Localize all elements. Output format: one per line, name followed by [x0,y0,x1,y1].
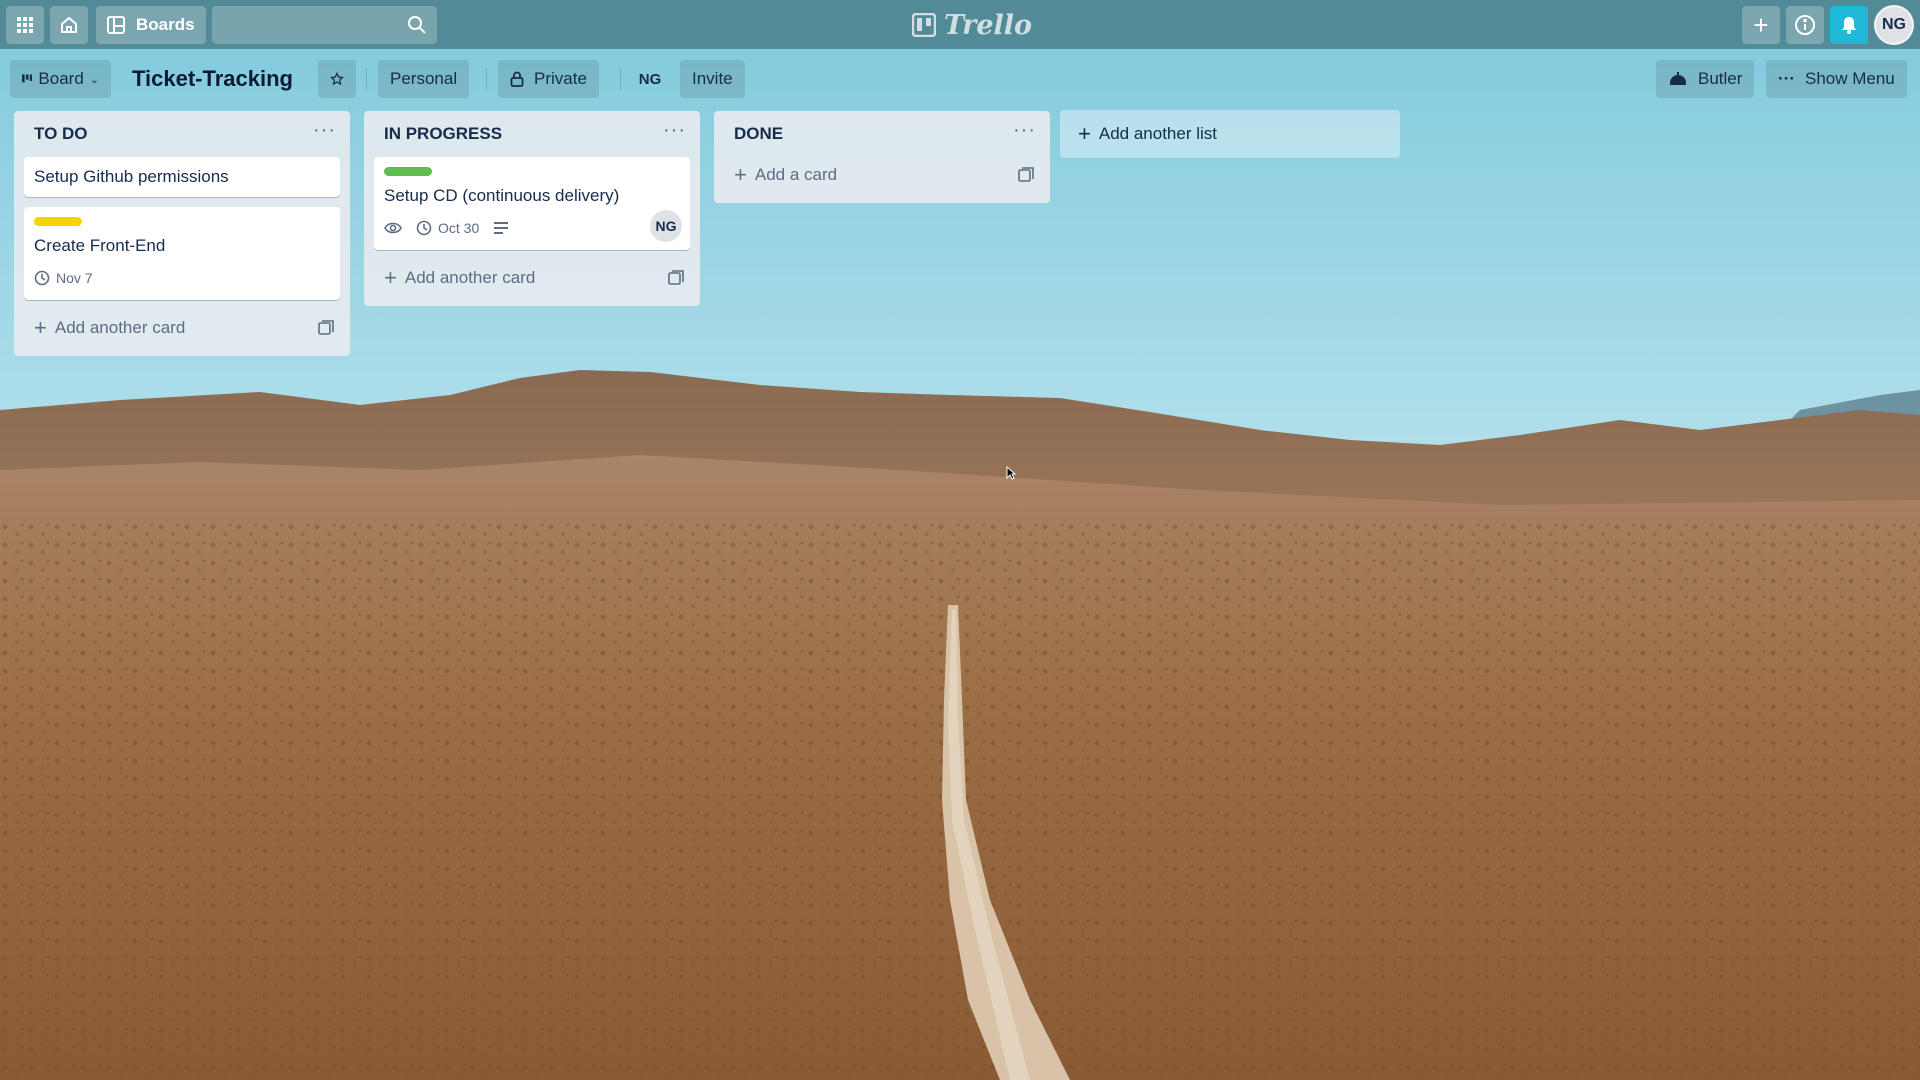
bell-icon [1842,17,1856,34]
board-title[interactable]: Ticket-Tracking [132,60,293,98]
home-icon [61,16,77,33]
notifications-button[interactable] [1830,6,1868,44]
list-header[interactable]: DONE ··· [724,111,1040,157]
butler-label: Butler [1698,69,1743,88]
board-icon [107,16,125,34]
trello-logo[interactable]: Trello [912,8,1032,42]
apps-grid-button[interactable] [6,6,44,44]
home-button[interactable] [50,6,88,44]
header-divider [366,68,367,90]
card[interactable]: Setup Github permissions [24,157,340,197]
board-member-avatar[interactable]: NG [630,60,670,98]
card-title: Create Front-End [34,236,166,255]
list-title: DONE [734,124,784,143]
add-card-button[interactable]: + Add a card [724,157,1040,193]
card-template-icon[interactable] [1018,167,1034,183]
watch-eye-icon [384,222,402,234]
card-title: Setup CD (continuous delivery) [384,186,620,205]
add-card-button[interactable]: + Add another card [374,260,690,296]
mouse-cursor-icon [1006,466,1016,480]
trello-logo-icon [912,13,936,37]
chevron-down-icon: ⌄ [89,73,99,86]
invite-button[interactable]: Invite [680,60,745,98]
board-view-icon [22,74,33,83]
show-menu-label: Show Menu [1804,69,1895,88]
apps-grid-icon [17,17,33,33]
logo-text: Trello [944,9,1033,41]
lock-icon [510,71,524,87]
plus-icon: + [34,315,47,340]
header-divider [620,68,621,90]
more-dots-icon: ··· [1778,69,1795,88]
add-list-button[interactable]: + Add another list [1060,110,1400,158]
user-avatar[interactable]: NG [1874,5,1914,45]
star-board-button[interactable] [318,60,356,98]
list-done: DONE ··· + Add a card [714,111,1050,203]
card-label [34,217,82,226]
list-menu-icon[interactable]: ··· [1013,120,1036,143]
list-header[interactable]: IN PROGRESS ··· [374,111,690,157]
clock-icon [34,270,50,286]
list-header[interactable]: TO DO ··· [24,111,340,157]
search-icon [408,16,426,34]
star-icon [330,71,344,86]
card-badges: Nov 7 [34,266,330,290]
visibility-button[interactable]: Private [498,60,599,98]
butler-button[interactable]: Butler [1656,60,1755,98]
board-view-switcher[interactable]: Board ⌄ [10,60,111,98]
plus-icon: + [1078,121,1091,146]
search-input[interactable] [212,6,437,44]
add-card-button[interactable]: + Add another card [24,310,340,346]
list-title: IN PROGRESS [384,124,503,143]
plus-icon: + [1753,9,1769,40]
description-icon [494,222,509,234]
list-menu-icon[interactable]: ··· [663,120,686,143]
card-label [384,167,432,176]
clock-icon [416,220,432,236]
due-date-badge: Oct 30 [416,220,479,236]
info-button[interactable] [1786,6,1824,44]
card-template-icon[interactable] [318,320,334,336]
due-date: Oct 30 [438,220,480,236]
boards-label: Boards [136,15,195,34]
due-date-badge: Nov 7 [34,270,93,286]
show-menu-button[interactable]: ··· Show Menu [1766,60,1907,98]
due-date: Nov 7 [56,270,93,286]
boards-button[interactable]: Boards [96,6,206,44]
card[interactable]: Setup CD (continuous delivery) Oct 30 NG [374,157,690,250]
app-header: Boards Trello + NG [0,0,1920,49]
list-in-progress: IN PROGRESS ··· Setup CD (continuous del… [364,111,700,306]
list-todo: TO DO ··· Setup Github permissions Creat… [14,111,350,356]
card-template-icon[interactable] [668,270,684,286]
card-badges: Oct 30 [384,216,680,240]
info-icon [1795,15,1815,35]
header-divider [486,68,487,90]
create-button[interactable]: + [1742,6,1780,44]
add-list-label: Add another list [1098,124,1217,143]
visibility-label: Private [534,69,587,88]
card-member-avatar[interactable]: NG [650,210,682,242]
plus-icon: + [734,162,747,187]
list-title: TO DO [34,124,88,143]
card[interactable]: Create Front-End Nov 7 [24,207,340,300]
card-title: Setup Github permissions [34,167,229,186]
add-card-label: Add another card [54,318,186,337]
butler-icon [1670,72,1686,85]
add-card-label: Add a card [754,165,838,184]
list-menu-icon[interactable]: ··· [313,120,336,143]
board-view-label: Board [38,69,84,88]
team-button[interactable]: Personal [378,60,470,98]
add-card-label: Add another card [404,268,536,287]
plus-icon: + [384,265,397,290]
